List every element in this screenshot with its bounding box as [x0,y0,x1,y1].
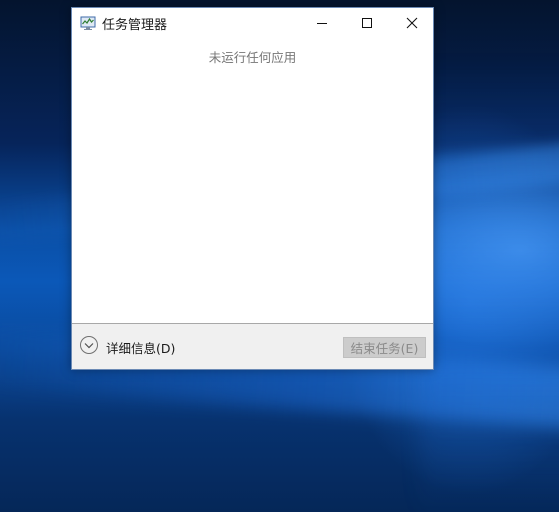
more-details-label: 详细信息(D) [106,340,176,356]
minimize-icon [316,23,327,24]
maximize-button[interactable] [344,8,389,38]
app-list-area: 未运行任何应用 [72,38,433,323]
close-button[interactable] [389,8,434,38]
more-details-toggle[interactable]: 详细信息(D) [79,335,176,359]
chevron-down-circle-icon [79,335,99,359]
task-manager-icon [80,15,96,31]
end-task-button[interactable]: 结束任务(E) [343,337,426,358]
desktop-background: 任务管理器 未运行任何应用 详细信息(D) 结束任务(E) [0,0,559,512]
close-icon [406,17,417,29]
empty-state-message: 未运行任何应用 [208,50,297,65]
footer-bar: 详细信息(D) 结束任务(E) [72,323,433,369]
title-bar[interactable]: 任务管理器 [72,8,433,38]
minimize-button[interactable] [299,8,344,38]
wallpaper-light-beam [420,60,559,512]
maximize-icon [361,18,372,28]
task-manager-window: 任务管理器 未运行任何应用 详细信息(D) 结束任务(E) [71,7,434,370]
window-title: 任务管理器 [102,18,168,33]
